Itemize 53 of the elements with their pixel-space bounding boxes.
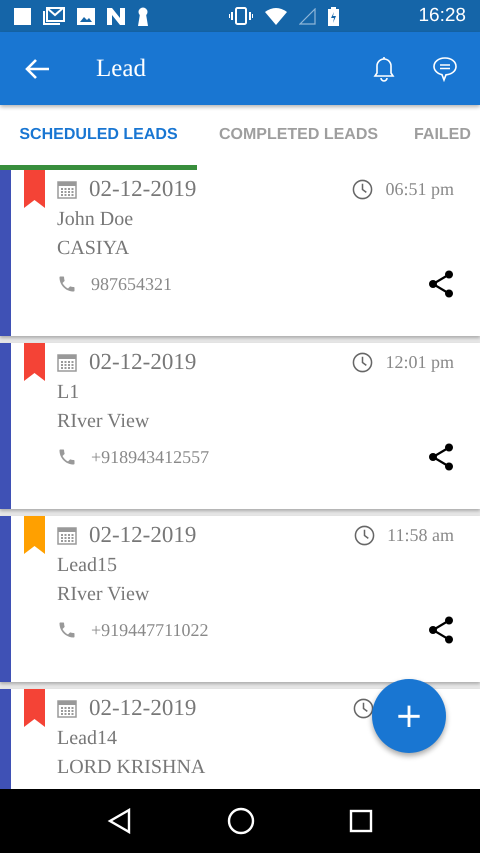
tab[interactable]: FAILED — [400, 105, 480, 170]
signal-icon — [298, 8, 316, 24]
chat-icon[interactable] — [432, 56, 458, 82]
clock-icon — [354, 524, 376, 546]
phone-number: 987654321 — [91, 274, 172, 294]
calendar-icon — [57, 525, 77, 545]
lead-time: 06:51 pm — [385, 178, 454, 200]
mail-icon — [43, 7, 65, 25]
lead-name: John Doe — [57, 208, 134, 231]
company-name: CASIYA — [57, 237, 130, 260]
calendar-icon — [57, 698, 77, 718]
recents-nav-icon[interactable] — [349, 809, 373, 833]
clock-icon — [352, 352, 374, 372]
lead-date: 02-12-2019 — [89, 522, 196, 548]
lead-date: 02-12-2019 — [89, 695, 196, 721]
phone-icon — [57, 447, 77, 467]
share-icon[interactable] — [428, 270, 454, 298]
phone-number: +919447711022 — [91, 620, 208, 640]
back-nav-icon[interactable] — [107, 808, 133, 834]
lead-time: 12:01 pm — [385, 352, 454, 372]
company-name: RIver View — [57, 410, 150, 433]
clock-time: 16:28 — [418, 5, 466, 27]
lead-date: 02-12-2019 — [89, 176, 196, 202]
share-icon[interactable] — [428, 443, 454, 471]
phone-icon — [57, 620, 77, 640]
image-icon — [77, 8, 95, 24]
lead-card[interactable]: 02-12-2019 11:58 am Lead15 RIver View +919447711022 — [0, 516, 480, 682]
square-icon — [14, 8, 31, 24]
lead-card[interactable]: 02-12-2019 12:01 pm L1 RIver View +918943412557 — [0, 343, 480, 509]
phone-icon — [57, 274, 77, 294]
company-name: RIver View — [57, 583, 150, 606]
n-logo-icon — [107, 8, 125, 24]
page-title: Lead — [96, 54, 146, 82]
battery-icon — [328, 6, 339, 26]
back-button[interactable] — [24, 58, 50, 80]
lead-name: Lead15 — [57, 554, 117, 577]
keyhole-icon — [137, 6, 149, 26]
lead-date: 02-12-2019 — [89, 349, 196, 375]
lead-card[interactable]: 02-12-2019 06:51 pm John Doe CASIYA 987654321 — [0, 170, 480, 336]
wifi-icon — [264, 8, 287, 24]
home-nav-icon[interactable] — [227, 807, 255, 835]
calendar-icon — [57, 352, 77, 372]
calendar-icon — [57, 179, 77, 199]
clock-icon — [353, 698, 374, 718]
share-icon[interactable] — [428, 616, 454, 644]
lead-time: 11:58 am — [387, 524, 454, 546]
lead-name: Lead14 — [57, 727, 117, 750]
company-name: LORD KRISHNA — [57, 756, 206, 779]
vibrate-icon — [228, 7, 253, 25]
tab[interactable]: COMPLETED LEADS — [197, 105, 400, 170]
clock-icon — [352, 178, 374, 200]
lead-name: L1 — [57, 381, 80, 404]
phone-number: +918943412557 — [91, 446, 210, 468]
